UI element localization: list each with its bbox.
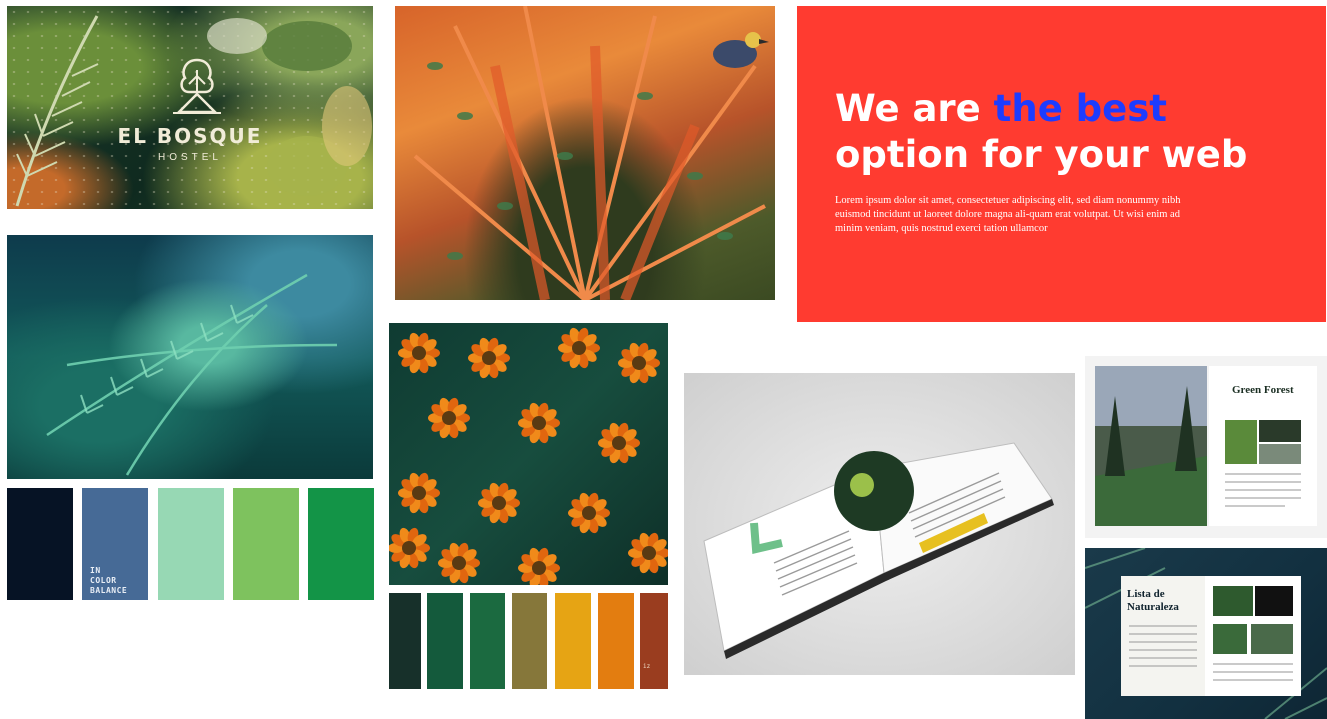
- color-swatch: [389, 593, 421, 689]
- brand-subtitle: HOSTEL: [157, 152, 222, 163]
- headline-part1: We are: [835, 87, 994, 130]
- flower-mark: [478, 482, 520, 524]
- brochure-green-forest: Green Forest: [1085, 356, 1327, 538]
- fern-fronds-graphic: [46, 273, 338, 476]
- flower-mark: [518, 547, 560, 585]
- jungle-branches-graphic: [413, 6, 769, 300]
- orange-jungle-illustration: [395, 6, 775, 300]
- flower-mark: [628, 532, 668, 574]
- palette-label: IN COLOR BALANCE: [90, 566, 128, 595]
- brochure-fern-graphic: [1085, 548, 1327, 719]
- body-text: Lorem ipsum dolor sit amet, consectetuer…: [835, 195, 1181, 234]
- color-swatch: [308, 488, 374, 600]
- flower-mark: [598, 422, 640, 464]
- magazine-graphic: [703, 442, 1054, 659]
- brochure-title: Green Forest: [1232, 384, 1294, 396]
- headline-card: We are the best option for your web Lore…: [797, 6, 1326, 322]
- color-swatch: [158, 488, 224, 600]
- orange-flowers-photo: [389, 323, 668, 585]
- flower-mark: [389, 527, 430, 569]
- color-swatch: [7, 488, 73, 600]
- headline-highlight: the best: [993, 87, 1167, 130]
- bird-icon: [713, 32, 769, 68]
- flower-mark: [518, 402, 560, 444]
- open-magazine-mockup: [684, 373, 1075, 675]
- flower-mark: [468, 337, 510, 379]
- color-swatch: [427, 593, 463, 689]
- brochure-title: Lista de Naturaleza: [1127, 588, 1179, 613]
- flowers-graphic: [389, 327, 668, 585]
- flower-mark: [398, 472, 440, 514]
- flower-mark: [428, 397, 470, 439]
- flower-mark: [558, 327, 600, 369]
- fern-photo: [7, 235, 373, 479]
- color-swatch: [640, 593, 668, 689]
- color-swatch: [233, 488, 299, 600]
- color-swatch: [555, 593, 591, 689]
- color-swatch: [598, 593, 634, 689]
- flower-mark: [438, 542, 480, 584]
- el-bosque-logo-image: EL BOSQUE HOSTEL: [7, 6, 373, 209]
- palette-label: iz: [643, 663, 651, 670]
- flower-mark: [568, 492, 610, 534]
- color-swatch: [512, 593, 547, 689]
- brochure-fern-spread: Lista de Naturaleza: [1085, 548, 1327, 719]
- headline-text: We are the best option for your web: [835, 86, 1305, 178]
- headline-part2: option for your web: [835, 133, 1248, 176]
- flower-mark: [398, 332, 440, 374]
- brand-name: EL BOSQUE: [117, 124, 263, 148]
- color-swatch: [470, 593, 505, 689]
- tree-house-icon: [173, 58, 221, 114]
- flower-mark: [618, 342, 660, 384]
